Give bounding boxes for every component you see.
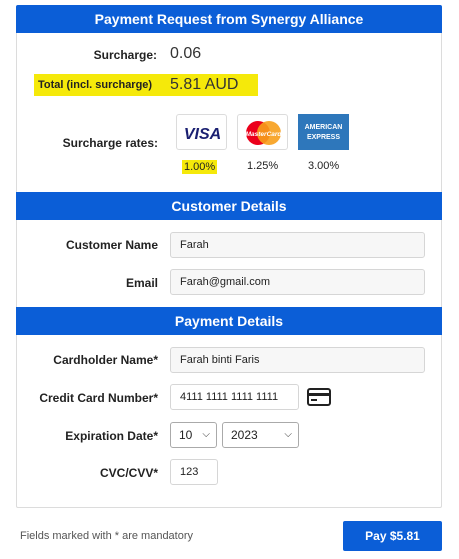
expiration-date-label: Expiration Date*	[65, 429, 158, 443]
total-label: Total (incl. surcharge)	[38, 79, 153, 91]
amex-rate: 3.00%	[308, 160, 340, 172]
total-value: 5.81 AUD	[170, 76, 239, 93]
visa-logo: VISA	[176, 114, 227, 150]
surcharge-label: Surcharge:	[93, 48, 157, 62]
exp-month-value: 10	[179, 428, 193, 442]
visa-icon: VISA	[184, 126, 221, 143]
cardholder-name-field[interactable]: Farah binti Faris	[170, 347, 425, 373]
surcharge-value: 0.06	[170, 45, 202, 62]
mandatory-note: Fields marked with * are mandatory	[20, 530, 194, 542]
pay-button[interactable]: Pay $5.81	[343, 521, 442, 551]
mastercard-rate: 1.25%	[247, 160, 279, 172]
svg-text:MasterCard: MasterCard	[246, 131, 283, 138]
customer-name-label: Customer Name	[65, 238, 158, 252]
credit-card-icon	[307, 387, 331, 407]
exp-year-select[interactable]: 2023 ⌵	[222, 422, 299, 448]
visa-rate: 1.00%	[182, 160, 218, 174]
svg-text:AMERICAN: AMERICAN	[305, 124, 343, 131]
cvc-field[interactable]: 123	[170, 459, 218, 485]
customer-name-field[interactable]: Farah	[170, 232, 425, 258]
credit-card-number-label: Credit Card Number*	[39, 391, 158, 405]
cardholder-name-label: Cardholder Name*	[53, 353, 158, 367]
credit-card-number-field[interactable]: 4111 1111 1111 1111	[170, 384, 299, 410]
payment-card: Payment Request from Synergy Alliance Su…	[16, 5, 442, 508]
amex-logo: AMERICAN EXPRESS	[298, 114, 349, 150]
svg-text:EXPRESS: EXPRESS	[307, 134, 340, 141]
customer-details-header: Customer Details	[16, 192, 442, 220]
page-title: Payment Request from Synergy Alliance	[16, 5, 442, 33]
amex-icon: AMERICAN EXPRESS	[298, 114, 349, 150]
email-label: Email	[125, 276, 158, 290]
email-field[interactable]: Farah@gmail.com	[170, 269, 425, 295]
surcharge-rates-label: Surcharge rates:	[62, 136, 158, 150]
svg-text:VISA: VISA	[184, 126, 221, 143]
exp-month-select[interactable]: 10 ⌵	[170, 422, 217, 448]
payment-details-header: Payment Details	[16, 307, 442, 335]
chevron-down-icon: ⌵	[284, 429, 292, 440]
mastercard-icon: MasterCard	[246, 121, 283, 145]
cvc-label: CVC/CVV*	[99, 466, 158, 480]
chevron-down-icon: ⌵	[202, 429, 210, 440]
exp-year-value: 2023	[231, 428, 258, 442]
mastercard-logo: MasterCard	[237, 114, 288, 150]
